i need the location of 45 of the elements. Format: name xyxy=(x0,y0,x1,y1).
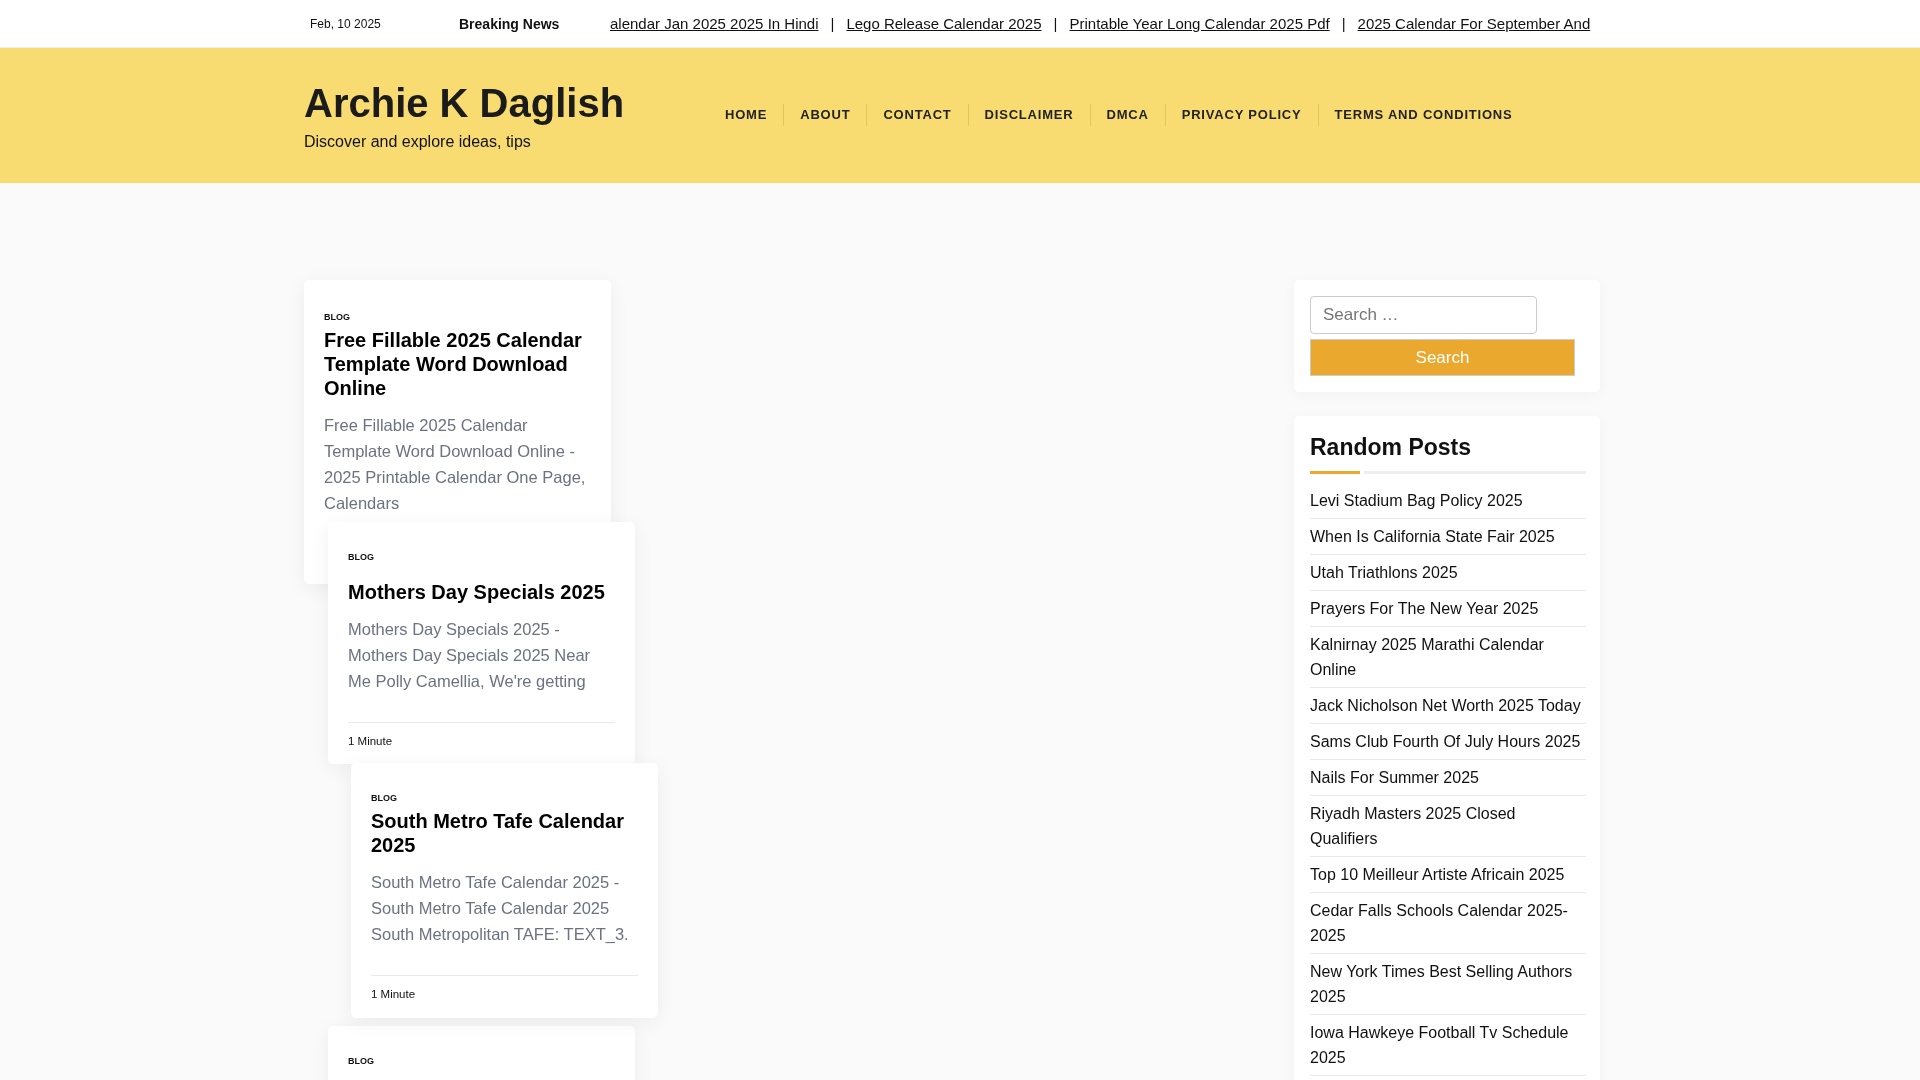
post-link[interactable]: Nails For Summer 2025 xyxy=(1310,765,1586,796)
site-title[interactable]: Archie K Daglish xyxy=(304,80,709,125)
ticker-link[interactable]: Printable Year Long Calendar 2025 Pdf xyxy=(1069,15,1330,32)
post-link[interactable]: Jack Nicholson Net Worth 2025 Today xyxy=(1310,693,1586,724)
post-link[interactable]: Iowa Hawkeye Football Tv Schedule 2025 xyxy=(1310,1020,1586,1076)
nav-link[interactable]: DISCLAIMER xyxy=(968,107,1090,122)
ticker-link[interactable]: 2025 Calendar For September And xyxy=(1357,15,1591,32)
separator-text: | xyxy=(830,15,835,32)
ticker-label: Breaking News xyxy=(459,15,561,32)
nav-link[interactable]: ABOUT xyxy=(784,107,867,122)
category-label[interactable]: BLOG xyxy=(348,552,615,562)
widget-heading: Random Posts xyxy=(1310,433,1473,461)
post-link[interactable]: New York Times Best Selling Authors 2025 xyxy=(1310,959,1586,1015)
post-excerpt: South Metro Tafe Calendar 2025 - South Metro Tafe Calendar 2025 South Metropolitan TAFE: TEXT_3. xyxy=(371,872,630,945)
post-link[interactable]: Sams Club Fourth Of July Hours 2025 xyxy=(1310,729,1586,760)
nav-link[interactable]: PRIVACY POLICY xyxy=(1165,107,1318,122)
category-label[interactable]: BLOG xyxy=(371,793,638,803)
post-excerpt: Free Fillable 2025 Calendar Template Word Download Online - 2025 Printable Calendar One Page, Calendars xyxy=(324,415,587,514)
post-link[interactable]: Kalnirnay 2025 Marathi Calendar Online xyxy=(1310,632,1586,688)
post-link[interactable]: Prayers For The New Year 2025 xyxy=(1310,596,1586,627)
post-link[interactable]: Cedar Falls Schools Calendar 2025-2025 xyxy=(1310,898,1586,954)
separator-text: | xyxy=(1341,15,1346,32)
post-excerpt: Mothers Day Specials 2025 - Mothers Day Specials 2025 Near Me Polly Camellia, We're getting xyxy=(348,619,592,692)
post-title[interactable]: Free Fillable 2025 Calendar Template Word Download Online xyxy=(324,328,591,400)
search-field[interactable]: Search … xyxy=(1310,296,1537,334)
post-link[interactable]: Top 10 Meilleur Artiste Africain 2025 xyxy=(1310,862,1586,893)
category-label[interactable]: BLOG xyxy=(324,312,591,322)
nav-link[interactable]: CONTACT xyxy=(867,107,968,122)
read-time: 1 Minute xyxy=(371,975,638,1000)
site-tagline: Discover and explore ideas, tips xyxy=(304,132,532,151)
date-text: Feb, 10 2025 xyxy=(310,16,382,31)
post-link[interactable]: Riyadh Masters 2025 Closed Qualifiers xyxy=(1310,801,1586,857)
nav-link[interactable]: TERMS AND CONDITIONS xyxy=(1318,107,1529,122)
ticker-link[interactable]: Lego Release Calendar 2025 xyxy=(846,15,1042,32)
separator-text: | xyxy=(1053,15,1058,32)
post-link[interactable]: Levi Stadium Bag Policy 2025 xyxy=(1310,488,1586,519)
ticker-link[interactable]: alendar Jan 2025 2025 In Hindi xyxy=(610,15,819,32)
category-label[interactable]: BLOG xyxy=(348,1056,615,1066)
nav-link[interactable]: DMCA xyxy=(1090,107,1165,122)
nav-link[interactable]: HOME xyxy=(709,107,784,122)
read-time: 1 Minute xyxy=(348,722,615,747)
post-title[interactable]: Mothers Day Specials 2025 xyxy=(348,580,615,604)
post-link[interactable]: When Is California State Fair 2025 xyxy=(1310,524,1586,555)
post-title[interactable]: South Metro Tafe Calendar 2025 xyxy=(371,809,638,857)
post-link[interactable]: Utah Triathlons 2025 xyxy=(1310,560,1586,591)
